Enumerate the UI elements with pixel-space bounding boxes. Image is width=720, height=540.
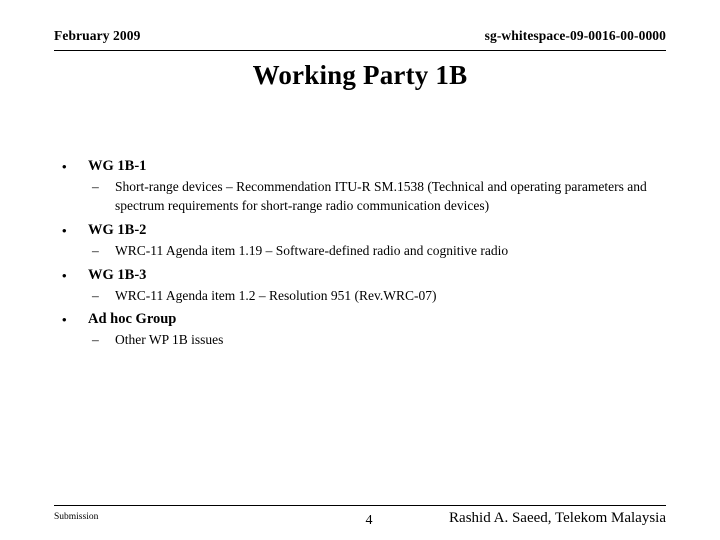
sub-bullet-label: Other WP 1B issues — [115, 332, 224, 347]
bullet-heading-label: WG 1B-2 — [88, 222, 147, 238]
bullet-group-ad-hoc: • Ad hoc Group – Other WP 1B issues — [54, 311, 674, 350]
sub-bullet-label: WRC-11 Agenda item 1.2 – Resolution 951 … — [115, 287, 437, 303]
footer-author: Rashid A. Saeed, Telekom Malaysia — [449, 510, 666, 526]
bullet-group-wg-1b-1: • WG 1B-1 – Short-range devices – Recomm… — [54, 158, 674, 215]
sub-bullet-item: – WRC-11 Agenda item 1.19 – Software-def… — [54, 242, 674, 261]
bullet-dot-icon: • — [62, 267, 67, 283]
dash-bullet-icon: – — [92, 332, 99, 347]
bullet-group-wg-1b-2: • WG 1B-2 – WRC-11 Agenda item 1.19 – So… — [54, 222, 674, 261]
sub-bullet-label: WRC-11 Agenda item 1.19 – Software-defin… — [115, 243, 509, 258]
sub-bullet-label: Short-range devices – Recommendation ITU… — [115, 179, 647, 213]
bullet-heading-wg-1b-3: • WG 1B-3 — [54, 267, 674, 284]
sub-bullet-item: – WRC-11 Agenda item 1.2 – Resolution 95… — [54, 287, 674, 306]
bullet-heading-label: WG 1B-1 — [88, 158, 147, 174]
bullet-dot-icon: • — [62, 312, 67, 327]
bullet-heading-ad-hoc-group: • Ad hoc Group — [54, 311, 674, 328]
slide: February 2009 sg-whitespace-09-0016-00-0… — [0, 0, 720, 540]
dash-bullet-icon: – — [92, 179, 99, 194]
dash-bullet-icon: – — [92, 287, 99, 303]
sub-bullet-item: – Other WP 1B issues — [54, 331, 674, 350]
dash-bullet-icon: – — [92, 243, 99, 258]
footer-submission-label: Submission — [54, 512, 99, 522]
sub-bullet-item: – Short-range devices – Recommendation I… — [54, 178, 674, 215]
header-date: February 2009 — [54, 28, 141, 43]
bullet-heading-wg-1b-1: • WG 1B-1 — [54, 158, 674, 175]
footer-page-number: 4 — [365, 513, 373, 528]
slide-footer: Submission 4 Rashid A. Saeed, Telekom Ma… — [54, 505, 666, 536]
page-title: Working Party 1B — [252, 60, 468, 90]
bullet-heading-wg-1b-2: • WG 1B-2 — [54, 222, 674, 239]
slide-header: February 2009 sg-whitespace-09-0016-00-0… — [54, 28, 666, 51]
slide-body: • WG 1B-1 – Short-range devices – Recomm… — [54, 158, 674, 350]
bullet-dot-icon: • — [62, 159, 67, 174]
header-document-id: sg-whitespace-09-0016-00-0000 — [484, 28, 666, 43]
bullet-heading-label: WG 1B-3 — [88, 266, 147, 283]
bullet-heading-label: Ad hoc Group — [88, 311, 177, 327]
bullet-group-wg-1b-3: • WG 1B-3 – WRC-11 Agenda item 1.2 – Res… — [54, 267, 674, 306]
bullet-dot-icon: • — [62, 223, 67, 238]
